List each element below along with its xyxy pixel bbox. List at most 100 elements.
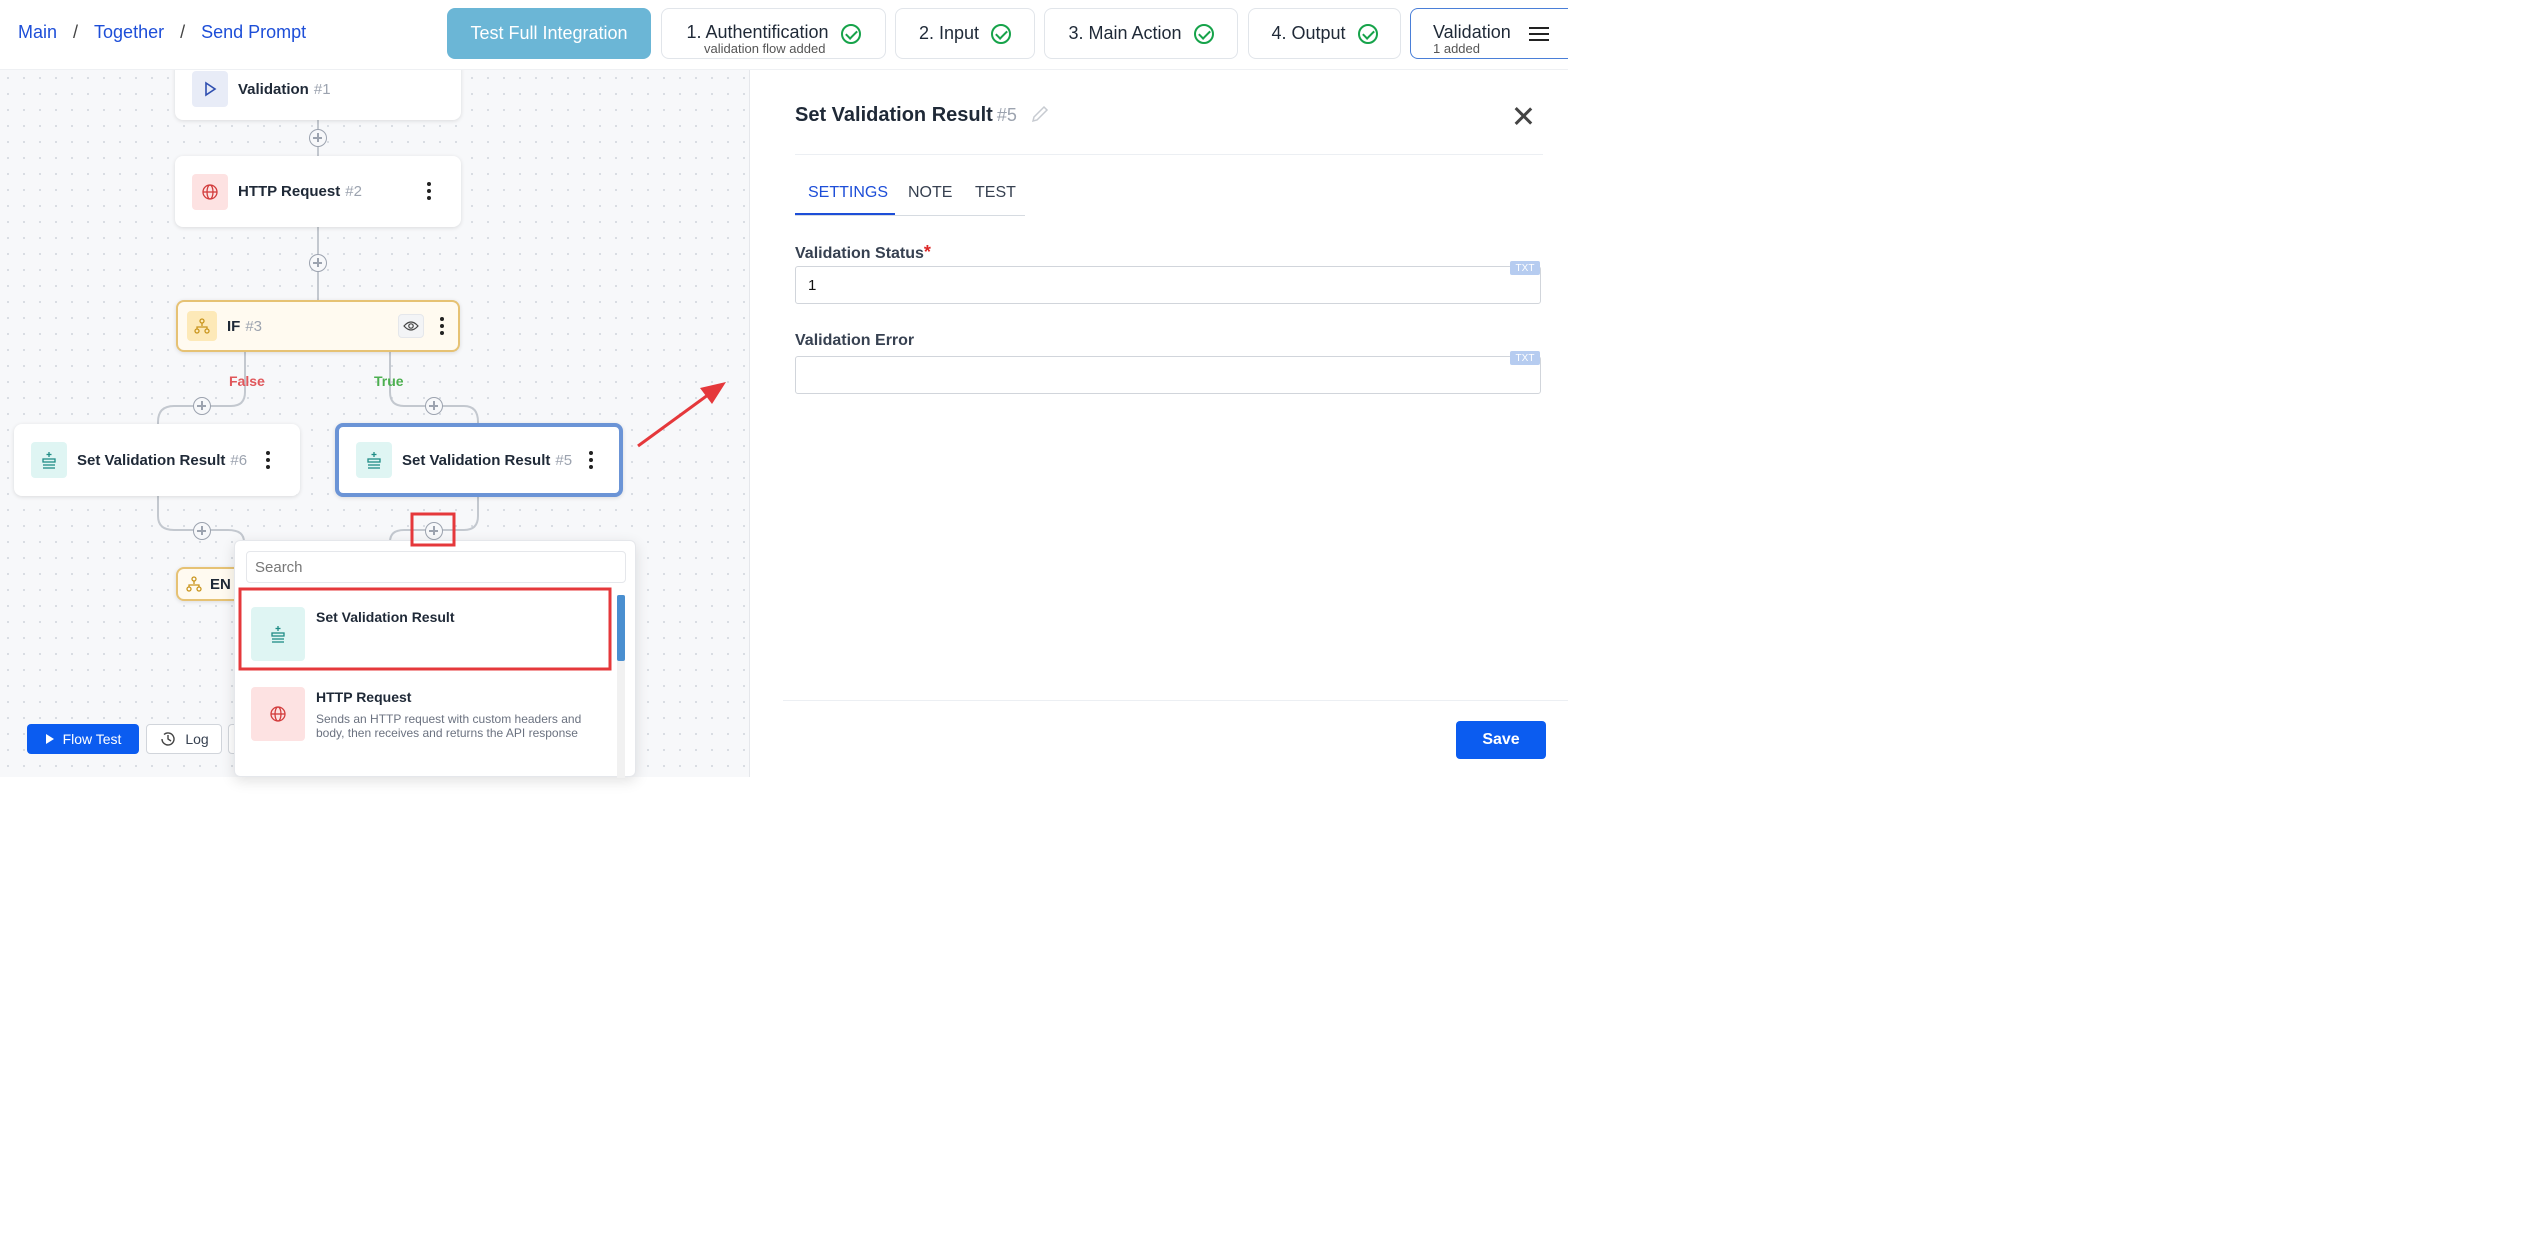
step-main-action[interactable]: 3. Main Action bbox=[1044, 8, 1238, 59]
menu-item-title: Set Validation Result bbox=[316, 609, 455, 625]
add-step-button[interactable] bbox=[425, 522, 443, 540]
menu-item-set-validation-result[interactable]: Set Validation Result bbox=[241, 593, 611, 671]
step-authentification[interactable]: 1. Authentification validation flow adde… bbox=[661, 8, 886, 59]
add-step-button[interactable] bbox=[309, 254, 327, 272]
panel-title-text: Set Validation Result bbox=[795, 104, 993, 126]
check-circle-icon bbox=[840, 23, 861, 44]
step-output[interactable]: 4. Output bbox=[1248, 8, 1401, 59]
set-result-icon bbox=[251, 607, 305, 661]
node-title: Set Validation Result bbox=[402, 451, 551, 469]
globe-icon bbox=[192, 173, 228, 210]
tab-note[interactable]: NOTE bbox=[908, 184, 952, 202]
search-input[interactable]: Search bbox=[246, 551, 626, 583]
step-label: Validation bbox=[1433, 22, 1511, 42]
menu-item-http-request[interactable]: HTTP Request Sends an HTTP request with … bbox=[241, 681, 611, 771]
step-sub: validation flow added bbox=[704, 41, 826, 56]
check-circle-icon bbox=[1357, 23, 1378, 44]
node-number: #2 bbox=[345, 183, 362, 200]
more-options-icon[interactable] bbox=[440, 317, 444, 335]
globe-icon bbox=[251, 687, 305, 741]
node-title: IF bbox=[227, 317, 241, 335]
more-options-icon[interactable] bbox=[427, 182, 431, 200]
required-marker: * bbox=[923, 242, 931, 262]
branch-icon bbox=[187, 311, 217, 341]
breadcrumb-separator: / bbox=[73, 22, 79, 42]
add-step-button[interactable] bbox=[193, 522, 211, 540]
step-sub: 1 added bbox=[1433, 41, 1480, 56]
more-options-icon[interactable] bbox=[589, 451, 593, 469]
menu-item-description: Sends an HTTP request with custom header… bbox=[316, 712, 582, 740]
txt-badge[interactable]: TXT bbox=[1510, 261, 1540, 275]
pencil-icon[interactable] bbox=[1030, 104, 1050, 124]
step-label: 3. Main Action bbox=[1068, 23, 1182, 43]
txt-badge[interactable]: TXT bbox=[1510, 351, 1540, 365]
validation-status-input[interactable]: 1 TXT bbox=[795, 261, 1541, 304]
node-number: #3 bbox=[245, 317, 263, 335]
top-bar: Main / Together / Send Prompt Test Full … bbox=[0, 0, 1568, 70]
validation-error-label: Validation Error bbox=[795, 332, 915, 349]
eye-icon[interactable] bbox=[398, 314, 424, 338]
step-label: 1. Authentification bbox=[686, 22, 829, 42]
field-label-text: Validation Status bbox=[795, 245, 924, 262]
branch-icon bbox=[186, 576, 202, 592]
check-circle-icon bbox=[991, 23, 1012, 44]
log-button[interactable]: Log bbox=[146, 724, 222, 754]
tab-test[interactable]: TEST bbox=[975, 184, 1016, 202]
more-options-icon[interactable] bbox=[266, 451, 270, 469]
node-title: Set Validation Result bbox=[77, 451, 226, 469]
add-step-button[interactable] bbox=[193, 397, 211, 415]
node-title: HTTP Request bbox=[238, 183, 341, 200]
node-validation-trigger[interactable]: Validation #1 bbox=[175, 70, 461, 120]
branch-true-label: True bbox=[374, 373, 404, 389]
node-settings-panel: Set Validation Result #5 SETTINGS NOTE TE… bbox=[751, 70, 1568, 777]
node-if[interactable]: IF #3 bbox=[176, 300, 460, 352]
play-icon bbox=[45, 734, 54, 744]
hamburger-menu-icon[interactable] bbox=[1528, 26, 1549, 42]
check-circle-icon bbox=[1193, 23, 1214, 44]
breadcrumb-send-prompt[interactable]: Send Prompt bbox=[201, 22, 306, 43]
step-label: 4. Output bbox=[1271, 23, 1346, 43]
node-title: Validation bbox=[238, 80, 309, 98]
tab-settings[interactable]: SETTINGS bbox=[808, 184, 888, 202]
panel-node-number: #5 bbox=[996, 105, 1017, 125]
breadcrumb-separator: / bbox=[180, 22, 186, 42]
divider bbox=[795, 154, 1543, 155]
node-number: #1 bbox=[313, 80, 331, 98]
panel-tabs: SETTINGS NOTE TEST bbox=[795, 176, 1025, 216]
node-number: #5 bbox=[555, 451, 573, 469]
node-set-validation-result-5[interactable]: Set Validation Result #5 bbox=[335, 423, 623, 497]
breadcrumb-together[interactable]: Together bbox=[94, 22, 164, 43]
validation-status-label: Validation Status* bbox=[795, 242, 931, 263]
add-step-menu: Search Set Validation Result HTTP Reques… bbox=[234, 540, 636, 778]
breadcrumb-main[interactable]: Main bbox=[18, 22, 57, 43]
add-step-button[interactable] bbox=[309, 129, 327, 147]
step-validation[interactable]: Validation 1 added bbox=[1410, 8, 1568, 59]
validation-error-input[interactable]: TXT bbox=[795, 351, 1541, 394]
set-result-icon bbox=[356, 442, 392, 478]
node-set-validation-result-6[interactable]: Set Validation Result #6 bbox=[14, 424, 300, 496]
test-full-integration-button[interactable]: Test Full Integration bbox=[447, 8, 651, 59]
step-label: 2. Input bbox=[918, 23, 980, 43]
menu-item-title: HTTP Request bbox=[316, 689, 412, 705]
history-icon bbox=[161, 732, 175, 746]
branch-false-label: False bbox=[229, 373, 265, 389]
save-button[interactable]: Save bbox=[1456, 721, 1546, 759]
node-http-request[interactable]: HTTP Request #2 bbox=[175, 156, 461, 227]
log-label: Log bbox=[185, 731, 209, 747]
flow-test-label: Flow Test bbox=[62, 731, 122, 747]
step-input[interactable]: 2. Input bbox=[895, 8, 1035, 59]
breadcrumb: Main / Together / Send Prompt bbox=[18, 22, 306, 43]
node-title: EN bbox=[210, 575, 231, 593]
divider bbox=[783, 700, 1568, 701]
field-value: 1 bbox=[808, 276, 817, 294]
add-step-button[interactable] bbox=[425, 397, 443, 415]
active-tab-indicator bbox=[795, 213, 895, 215]
scrollbar-thumb[interactable] bbox=[617, 595, 625, 661]
panel-title: Set Validation Result #5 bbox=[795, 104, 1050, 127]
popup-scrollbar[interactable] bbox=[617, 595, 625, 778]
play-icon bbox=[192, 71, 228, 107]
flow-test-button[interactable]: Flow Test bbox=[27, 724, 139, 754]
node-number: #6 bbox=[230, 451, 248, 469]
set-result-icon bbox=[31, 442, 67, 478]
close-icon[interactable] bbox=[1513, 106, 1533, 126]
